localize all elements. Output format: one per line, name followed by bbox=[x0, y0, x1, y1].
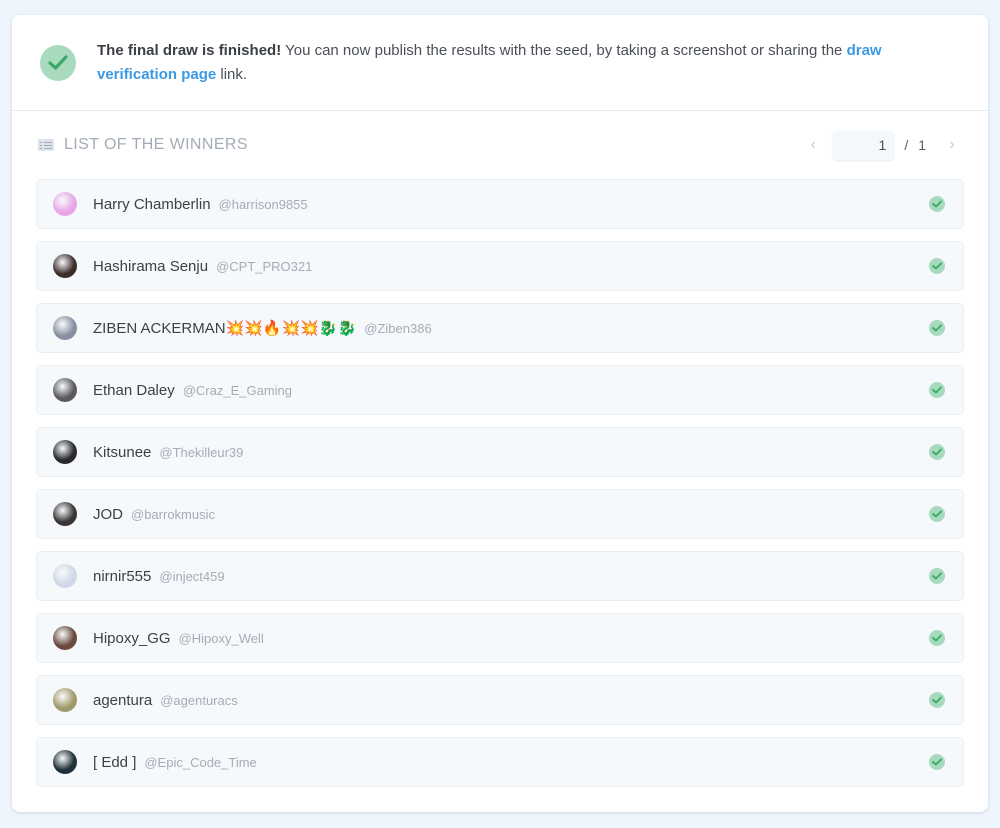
avatar bbox=[53, 750, 77, 774]
list-icon bbox=[38, 139, 54, 151]
winner-name: ZIBEN ACKERMAN💥💥🔥💥💥🐉🐉 bbox=[93, 320, 357, 337]
avatar bbox=[53, 378, 77, 402]
avatar bbox=[53, 316, 77, 340]
avatar bbox=[53, 688, 77, 712]
success-banner: The final draw is finished! You can now … bbox=[12, 15, 988, 111]
winners-list-title-text: LIST OF THE WINNERS bbox=[64, 136, 248, 153]
avatar bbox=[53, 564, 77, 588]
page-number-input[interactable] bbox=[833, 130, 895, 160]
avatar bbox=[53, 502, 77, 526]
verified-check-icon bbox=[929, 692, 945, 708]
verified-check-icon bbox=[929, 258, 945, 274]
winners-list-title: LIST OF THE WINNERS bbox=[38, 136, 248, 154]
winner-name: agentura bbox=[93, 691, 153, 709]
winner-handle[interactable]: @Thekilleur39 bbox=[159, 445, 243, 460]
verified-check-icon bbox=[929, 754, 945, 770]
verified-check-icon bbox=[929, 444, 945, 460]
winner-row: agentura @agenturacs bbox=[36, 675, 964, 725]
winner-handle[interactable]: @barrokmusic bbox=[131, 507, 215, 522]
winner-name: Hashirama Senju bbox=[93, 257, 209, 275]
avatar bbox=[53, 192, 77, 216]
winner-name: [ Edd ] bbox=[93, 753, 137, 771]
verified-check-icon bbox=[929, 196, 945, 212]
next-page-button[interactable]: › bbox=[940, 136, 964, 154]
winner-name: nirnir555 bbox=[93, 567, 152, 585]
verified-check-icon bbox=[929, 382, 945, 398]
winner-name: Ethan Daley bbox=[93, 381, 175, 399]
verified-check-icon bbox=[929, 568, 945, 584]
draw-results-card: The final draw is finished! You can now … bbox=[12, 15, 988, 812]
winner-handle[interactable]: @inject459 bbox=[159, 569, 224, 584]
banner-bold-text: The final draw is finished! bbox=[97, 42, 282, 59]
winners-list: Harry Chamberlin @harrison9855 Hashirama… bbox=[12, 179, 988, 787]
verified-check-icon bbox=[929, 506, 945, 522]
winner-row: JOD @barrokmusic bbox=[36, 489, 964, 539]
winner-handle[interactable]: @Epic_Code_Time bbox=[144, 755, 256, 770]
pagination: ‹ / 1 › bbox=[801, 130, 964, 160]
banner-suffix-text: link. bbox=[216, 66, 248, 83]
winner-name: JOD bbox=[93, 505, 123, 523]
check-circle-icon bbox=[40, 45, 76, 81]
winners-list-header: LIST OF THE WINNERS ‹ / 1 › bbox=[12, 111, 988, 179]
banner-message: The final draw is finished! You can now … bbox=[97, 39, 947, 87]
banner-body-text: You can now publish the results with the… bbox=[281, 42, 847, 59]
winner-row: nirnir555 @inject459 bbox=[36, 551, 964, 601]
winner-handle[interactable]: @agenturacs bbox=[160, 693, 238, 708]
winner-row: Ethan Daley @Craz_E_Gaming bbox=[36, 365, 964, 415]
verified-check-icon bbox=[929, 630, 945, 646]
winner-name: Harry Chamberlin bbox=[93, 195, 211, 213]
winner-row: [ Edd ] @Epic_Code_Time bbox=[36, 737, 964, 787]
avatar bbox=[53, 440, 77, 464]
total-pages: 1 bbox=[918, 137, 926, 153]
winner-handle[interactable]: @harrison9855 bbox=[219, 197, 308, 212]
winner-row: Harry Chamberlin @harrison9855 bbox=[36, 179, 964, 229]
winner-handle[interactable]: @Hipoxy_Well bbox=[179, 631, 264, 646]
winner-handle[interactable]: @Craz_E_Gaming bbox=[183, 383, 292, 398]
winner-name: Kitsunee bbox=[93, 443, 152, 461]
winner-handle[interactable]: @CPT_PRO321 bbox=[216, 259, 312, 274]
winner-row: Hashirama Senju @CPT_PRO321 bbox=[36, 241, 964, 291]
winner-row: ZIBEN ACKERMAN💥💥🔥💥💥🐉🐉 @Ziben386 bbox=[36, 303, 964, 353]
verified-check-icon bbox=[929, 320, 945, 336]
avatar bbox=[53, 254, 77, 278]
winner-row: Kitsunee @Thekilleur39 bbox=[36, 427, 964, 477]
winner-handle[interactable]: @Ziben386 bbox=[364, 321, 431, 336]
winner-row: Hipoxy_GG @Hipoxy_Well bbox=[36, 613, 964, 663]
avatar bbox=[53, 626, 77, 650]
page-separator: / bbox=[904, 137, 909, 153]
winner-name: Hipoxy_GG bbox=[93, 629, 171, 647]
prev-page-button[interactable]: ‹ bbox=[801, 136, 825, 154]
